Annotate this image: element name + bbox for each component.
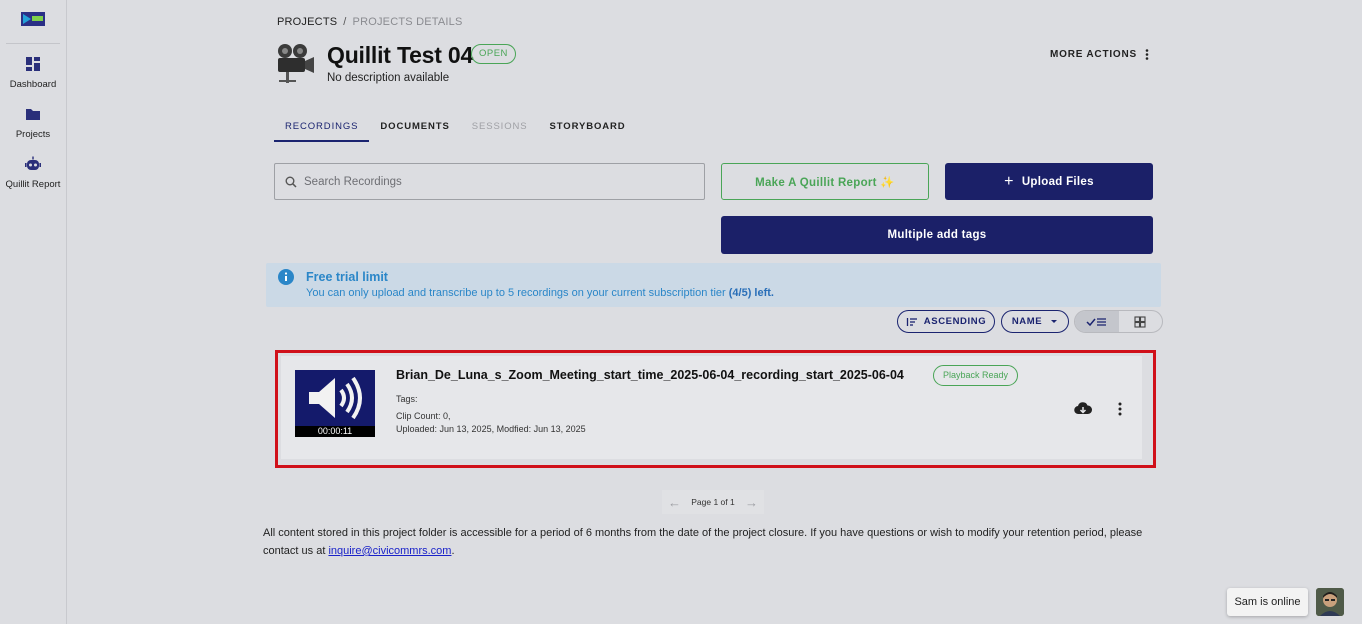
more-actions-label: MORE ACTIONS xyxy=(1050,49,1138,60)
retention-end: . xyxy=(451,545,455,557)
sort-order-button[interactable]: ASCENDING xyxy=(897,310,995,333)
more-actions-button[interactable]: MORE ACTIONS xyxy=(1050,49,1149,60)
tab-storyboard[interactable]: STORYBOARD xyxy=(539,114,637,142)
sort-order-label: ASCENDING xyxy=(923,316,987,327)
recording-duration: 00:00:11 xyxy=(295,426,375,437)
sidebar-item-label: Quillit Report xyxy=(5,179,61,190)
sidebar-item-label: Dashboard xyxy=(9,79,57,90)
info-icon xyxy=(278,269,294,285)
alert-text: You can only upload and transcribe up to… xyxy=(306,287,774,299)
alert-title: Free trial limit xyxy=(306,270,388,284)
robot-icon xyxy=(25,156,41,170)
page-title: Quillit Test 04 xyxy=(327,42,474,68)
sidebar: Dashboard Projects Quillit Report xyxy=(0,0,67,624)
project-description: No description available xyxy=(327,72,450,84)
chat-status[interactable]: Sam is online xyxy=(1227,588,1308,616)
recording-menu-icon[interactable] xyxy=(1115,401,1125,417)
grid-icon xyxy=(1134,315,1146,328)
sort-field-dropdown[interactable]: NAME xyxy=(1001,310,1069,333)
retention-notice: All content stored in this project folde… xyxy=(263,524,1153,560)
breadcrumb: PROJECTS / PROJECTS DETAILS xyxy=(277,16,463,28)
status-badge: OPEN xyxy=(471,44,516,64)
search-input[interactable] xyxy=(304,175,694,188)
playback-status-badge: Playback Ready xyxy=(933,365,1019,386)
page-indicator: Page 1 of 1 xyxy=(691,497,735,507)
tab-recordings[interactable]: RECORDINGS xyxy=(274,114,370,142)
tab-documents[interactable]: DOCUMENTS xyxy=(369,114,460,142)
tab-bar: RECORDINGS DOCUMENTS SESSIONS STORYBOARD xyxy=(274,114,637,142)
list-view-button[interactable] xyxy=(1075,311,1119,332)
sidebar-divider xyxy=(6,43,60,44)
dashboard-icon xyxy=(26,57,40,71)
recording-thumbnail[interactable]: 00:00:11 xyxy=(295,370,375,437)
tab-sessions: SESSIONS xyxy=(471,121,528,132)
contact-email-link[interactable]: inquire@civicommrs.com xyxy=(328,545,451,557)
quillit-logo-icon[interactable] xyxy=(21,10,45,28)
kebab-menu-icon xyxy=(1145,49,1149,60)
speaker-volume-icon xyxy=(309,376,362,420)
breadcrumb-current: PROJECTS DETAILS xyxy=(352,16,463,28)
upload-files-label: Upload Files xyxy=(1021,175,1094,188)
breadcrumb-projects[interactable]: PROJECTS xyxy=(277,16,337,28)
sidebar-item-quillit-report[interactable]: Quillit Report xyxy=(0,156,66,191)
multiple-add-tags-button[interactable]: Multiple add tags xyxy=(721,216,1153,254)
sidebar-item-dashboard[interactable]: Dashboard xyxy=(0,56,66,91)
caret-down-icon xyxy=(1051,320,1058,323)
sort-field-label: NAME xyxy=(1011,316,1043,327)
movie-camera-icon xyxy=(278,44,314,83)
sort-icon xyxy=(906,317,917,326)
arrow-left-icon[interactable]: ← xyxy=(668,495,681,510)
avatar-icon xyxy=(1316,588,1344,616)
check-list-icon xyxy=(1086,317,1106,326)
chat-avatar[interactable] xyxy=(1316,588,1344,616)
sidebar-item-label: Projects xyxy=(15,129,51,140)
search-box xyxy=(274,163,705,200)
recording-clip-count: Clip Count: 0, xyxy=(396,411,451,421)
recording-title[interactable]: Brian_De_Luna_s_Zoom_Meeting_start_time_… xyxy=(396,368,904,382)
upload-files-button[interactable]: + Upload Files xyxy=(945,163,1153,200)
alert-message: You can only upload and transcribe up to… xyxy=(306,287,726,299)
recording-dates: Uploaded: Jun 13, 2025, Modfied: Jun 13,… xyxy=(396,424,586,434)
sidebar-item-projects[interactable]: Projects xyxy=(0,106,66,141)
grid-view-button[interactable] xyxy=(1119,311,1163,332)
cloud-download-icon[interactable] xyxy=(1074,401,1092,417)
plus-icon: + xyxy=(1004,172,1014,190)
free-trial-alert: Free trial limit You can only upload and… xyxy=(266,263,1161,307)
alert-count: (4/5) left. xyxy=(728,287,774,299)
breadcrumb-separator: / xyxy=(343,16,347,28)
make-quillit-report-button[interactable]: Make A Quillit Report ✨ xyxy=(721,163,929,200)
recording-tags: Tags: xyxy=(396,394,418,404)
folder-icon xyxy=(26,109,40,120)
arrow-right-icon[interactable]: → xyxy=(745,495,758,510)
search-icon xyxy=(285,176,297,188)
view-toggle xyxy=(1074,310,1163,333)
pagination: ← Page 1 of 1 → xyxy=(662,490,764,514)
